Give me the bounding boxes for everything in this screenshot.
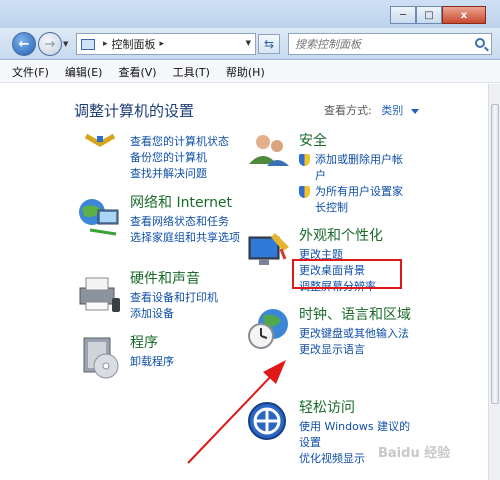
- link-backup-computer[interactable]: 备份您的计算机: [130, 150, 245, 166]
- maximize-button[interactable]: □: [416, 6, 442, 24]
- view-by-dropdown[interactable]: 类别: [381, 104, 419, 117]
- link-troubleshoot[interactable]: 查找并解决问题: [130, 166, 245, 182]
- category-network-body: 网络和 Internet 查看网络状态和任务 选择家庭组和共享选项: [130, 194, 245, 246]
- category-hardware-body: 硬件和声音 查看设备和打印机 添加设备: [130, 270, 245, 322]
- printer-icon[interactable]: [76, 270, 124, 318]
- category-system-body: 查看您的计算机状态 备份您的计算机 查找并解决问题: [130, 134, 245, 182]
- category-security-body: 安全 添加或删除用户帐户 为所有用户设置家长控制: [299, 132, 411, 216]
- link-change-keyboard-input[interactable]: 更改键盘或其他输入法: [299, 326, 411, 342]
- view-by: 查看方式: 类别: [324, 102, 419, 118]
- menu-bar: 文件(F) 编辑(E) 查看(V) 工具(T) 帮助(H): [0, 61, 500, 83]
- category-title-hardware[interactable]: 硬件和声音: [130, 270, 245, 288]
- system-security-icon[interactable]: [76, 134, 124, 182]
- link-parental-controls[interactable]: 为所有用户设置家长控制: [299, 184, 411, 216]
- category-clock-body: 时钟、语言和区域 更改键盘或其他输入法 更改显示语言: [299, 306, 411, 358]
- address-bar[interactable]: ▸ 控制面板 ▸ ▼: [76, 33, 256, 55]
- address-separator[interactable]: ▸: [103, 39, 108, 49]
- vertical-scrollbar[interactable]: [488, 84, 500, 480]
- network-globe-icon[interactable]: [76, 194, 124, 242]
- chevron-down-icon[interactable]: [410, 108, 419, 114]
- category-title-clock[interactable]: 时钟、语言和区域: [299, 306, 411, 324]
- view-by-label: 查看方式:: [324, 104, 372, 117]
- menu-file[interactable]: 文件(F): [12, 64, 49, 80]
- back-arrow-icon: ←: [18, 36, 30, 52]
- watermark: Baidu 经验: [378, 446, 451, 461]
- address-separator-2[interactable]: ▸: [160, 39, 165, 49]
- category-title-appearance[interactable]: 外观和个性化: [299, 227, 414, 245]
- recent-pages-dropdown[interactable]: ▼: [63, 40, 68, 48]
- menu-view[interactable]: 查看(V): [118, 64, 156, 80]
- navigation-bar: ← → ▼ ▸ 控制面板 ▸ ▼ ⇆: [0, 28, 500, 60]
- close-button[interactable]: x: [442, 6, 486, 24]
- ease-of-access-icon[interactable]: [245, 399, 293, 447]
- link-view-computer-status[interactable]: 查看您的计算机状态: [130, 134, 245, 150]
- highlight-box: [292, 259, 402, 289]
- link-devices-printers[interactable]: 查看设备和打印机: [130, 290, 245, 306]
- search-box[interactable]: [288, 33, 492, 55]
- link-change-display-language[interactable]: 更改显示语言: [299, 342, 411, 358]
- appearance-monitor-icon[interactable]: [245, 227, 293, 275]
- window-controls: ─ □ x: [390, 6, 486, 24]
- scrollbar-thumb[interactable]: [491, 104, 499, 404]
- back-button[interactable]: ←: [12, 32, 36, 56]
- category-title-ease[interactable]: 轻松访问: [299, 399, 411, 417]
- refresh-icon: ⇆: [263, 37, 275, 51]
- link-add-device[interactable]: 添加设备: [130, 306, 245, 322]
- forward-button[interactable]: →: [38, 32, 62, 56]
- programs-disc-icon[interactable]: [76, 334, 124, 382]
- link-add-remove-accounts[interactable]: 添加或删除用户帐户: [299, 152, 411, 184]
- menu-edit[interactable]: 编辑(E): [65, 64, 103, 80]
- address-segment-control-panel[interactable]: 控制面板: [112, 36, 156, 52]
- control-panel-content: 调整计算机的设置 查看方式: 类别 查看您的计算机状态 备份您的计算机 查找并解…: [0, 84, 488, 480]
- users-icon[interactable]: [245, 132, 293, 180]
- link-network-status[interactable]: 查看网络状态和任务: [130, 214, 245, 230]
- search-icon[interactable]: [475, 38, 485, 48]
- link-homegroup-sharing[interactable]: 选择家庭组和共享选项: [130, 230, 245, 246]
- search-input[interactable]: [295, 37, 465, 51]
- view-by-value[interactable]: 类别: [381, 104, 403, 117]
- link-uninstall-program[interactable]: 卸载程序: [130, 354, 245, 370]
- menu-tools[interactable]: 工具(T): [173, 64, 210, 80]
- forward-arrow-icon: →: [44, 36, 56, 52]
- address-dropdown-icon[interactable]: ▼: [246, 39, 251, 47]
- minimize-button[interactable]: ─: [390, 6, 416, 24]
- refresh-button[interactable]: ⇆: [258, 34, 280, 54]
- category-title-programs[interactable]: 程序: [130, 334, 245, 352]
- category-title-security[interactable]: 安全: [299, 132, 411, 150]
- control-panel-icon: [81, 38, 95, 50]
- menu-help[interactable]: 帮助(H): [226, 64, 265, 80]
- clock-globe-icon[interactable]: [245, 306, 293, 354]
- page-title: 调整计算机的设置: [74, 102, 195, 120]
- category-programs-body: 程序 卸载程序: [130, 334, 245, 370]
- category-title-network[interactable]: 网络和 Internet: [130, 194, 245, 212]
